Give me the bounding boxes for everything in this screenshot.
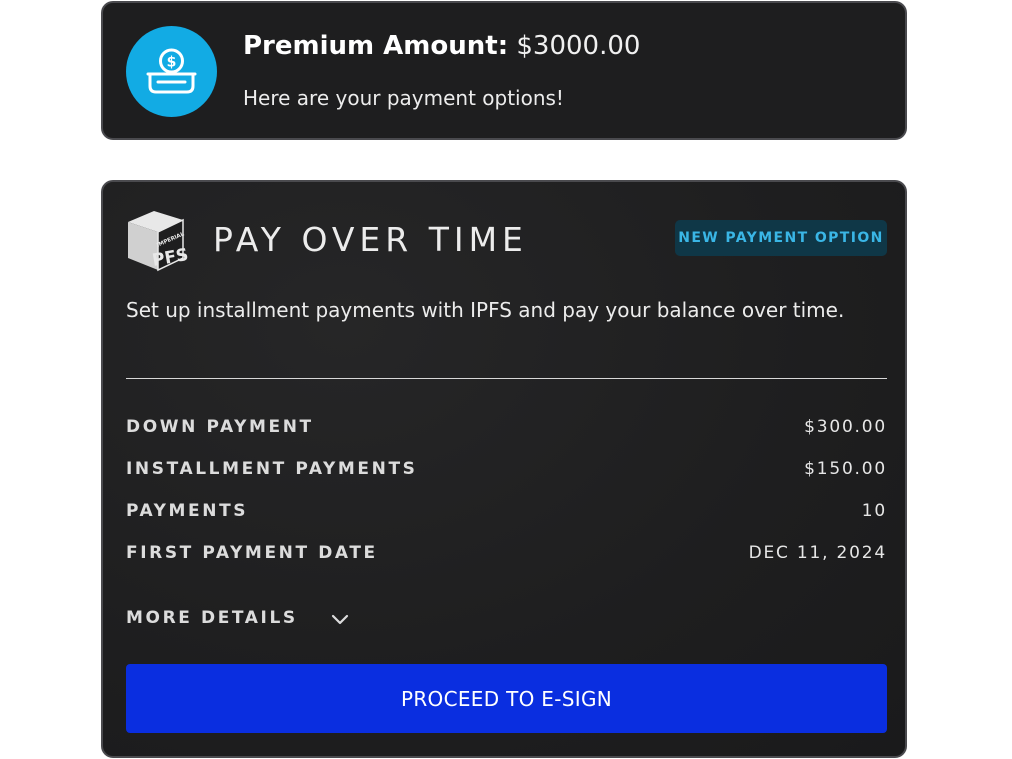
detail-value: DEC 11, 2024 (748, 543, 887, 563)
imperial-pfs-logo: IMPERIAL PFS (125, 206, 191, 272)
premium-amount-value: $3000.00 (516, 31, 641, 61)
detail-label: INSTALLMENT PAYMENTS (126, 459, 418, 479)
detail-row-first-payment-date: FIRST PAYMENT DATE DEC 11, 2024 (126, 543, 887, 569)
payment-options-subtitle: Here are your payment options! (243, 86, 564, 110)
svg-text:$: $ (167, 55, 177, 71)
detail-row-installment-payments: INSTALLMENT PAYMENTS $150.00 (126, 459, 887, 485)
premium-card: $ Premium Amount: $3000.00 Here are your… (101, 1, 907, 140)
premium-amount: Premium Amount: $3000.00 (243, 31, 640, 61)
divider (126, 378, 887, 379)
more-details-label: MORE DETAILS (126, 608, 298, 628)
detail-label: DOWN PAYMENT (126, 417, 314, 437)
detail-label: FIRST PAYMENT DATE (126, 543, 378, 563)
payment-hand-dollar-icon: $ (126, 26, 217, 117)
detail-value: $150.00 (804, 459, 887, 479)
new-payment-option-badge: NEW PAYMENT OPTION (675, 220, 887, 256)
detail-row-down-payment: DOWN PAYMENT $300.00 (126, 417, 887, 443)
pay-over-time-card: IMPERIAL PFS PAY OVER TIME NEW PAYMENT O… (101, 180, 907, 758)
plan-title: PAY OVER TIME (213, 220, 528, 259)
detail-value: 10 (861, 501, 887, 521)
detail-value: $300.00 (804, 417, 887, 437)
plan-description: Set up installment payments with IPFS an… (126, 298, 845, 322)
proceed-to-esign-button[interactable]: PROCEED TO E-SIGN (126, 664, 887, 733)
premium-amount-label: Premium Amount: (243, 31, 509, 61)
detail-row-payments: PAYMENTS 10 (126, 501, 887, 527)
detail-label: PAYMENTS (126, 501, 249, 521)
chevron-down-icon[interactable] (329, 609, 351, 631)
